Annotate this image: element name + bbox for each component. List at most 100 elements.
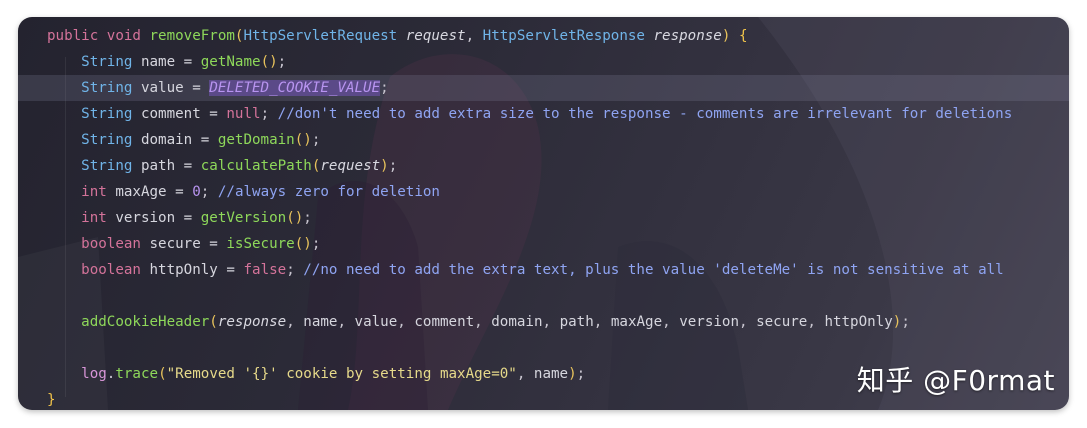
code-token: version	[679, 314, 739, 330]
code-line[interactable]: addCookieHeader(response, name, value, c…	[18, 309, 1069, 335]
code-token: ,	[516, 366, 534, 382]
code-token: {	[738, 28, 748, 44]
code-token: ()	[260, 54, 278, 70]
code-token: )	[380, 158, 389, 174]
code-line[interactable]: boolean secure = isSecure();	[18, 231, 1069, 257]
code-token: (	[158, 366, 167, 382]
code-token: name	[533, 366, 569, 382]
watermark: 知乎 @F0rmat	[856, 364, 1055, 397]
code-token: domain =	[140, 132, 218, 148]
code-line[interactable]	[18, 335, 1069, 361]
code-token: String	[81, 132, 141, 148]
code-line[interactable]: int version = getVersion();	[18, 205, 1069, 231]
code-token: ,	[807, 314, 825, 330]
code-token: ,	[397, 314, 415, 330]
code-token: HttpServletRequest	[243, 28, 406, 44]
code-token: ;	[576, 366, 586, 382]
code-token: path =	[140, 158, 201, 174]
code-token: ;	[901, 314, 910, 330]
code-token: value =	[140, 80, 210, 96]
code-token: int	[81, 184, 116, 200]
code-token: ()	[294, 132, 312, 148]
code-token: calculatePath	[200, 158, 312, 174]
code-token: getDomain	[217, 132, 295, 148]
code-token: response	[653, 28, 722, 44]
code-token: }	[47, 392, 56, 408]
code-token: log	[81, 366, 107, 382]
code-token: path	[559, 314, 594, 330]
code-token: comment	[414, 314, 475, 330]
code-line[interactable]	[18, 283, 1069, 309]
code-token: ,	[474, 314, 492, 330]
code-token: "Removed '{}' cookie by setting maxAge=0…	[166, 366, 517, 382]
code-token: //don't need to add extra size to the re…	[277, 106, 1013, 122]
code-token: getName	[200, 54, 261, 70]
code-token: null	[226, 106, 261, 122]
code-token: boolean	[81, 236, 150, 252]
code-token: DELETED_COOKIE_VALUE	[209, 80, 381, 96]
code-token: httpOnly	[824, 314, 893, 330]
code-line[interactable]: String comment = null; //don't need to a…	[18, 101, 1069, 127]
code-token: trace	[115, 366, 159, 382]
code-token: ;	[311, 132, 321, 148]
code-token: version =	[115, 210, 201, 226]
code-token: ;	[388, 158, 398, 174]
code-editor: public void removeFrom (HttpServletReques…	[18, 17, 1069, 410]
code-token: String	[81, 158, 141, 174]
code-line[interactable]: String name = getName();	[18, 49, 1069, 75]
code-token: ;	[277, 54, 287, 70]
code-token: removeFrom	[149, 28, 235, 44]
code-token: name =	[140, 54, 201, 70]
code-line[interactable]: String path = calculatePath(request);	[18, 153, 1069, 179]
code-token: String	[81, 106, 141, 122]
code-token: request	[405, 28, 466, 44]
code-token: false	[243, 262, 287, 278]
code-token: addCookieHeader	[81, 314, 210, 330]
code-token: ;	[380, 80, 389, 96]
code-token: ()	[286, 210, 304, 226]
code-token: 0	[192, 184, 201, 200]
code-token: ;	[303, 210, 312, 226]
code-token: value	[354, 314, 398, 330]
code-token: ,	[286, 314, 304, 330]
code-token: isSecure	[226, 236, 295, 252]
code-token: ;	[260, 106, 278, 122]
code-token: //no need to add the extra text, plus th…	[303, 262, 1004, 278]
code-token: ;	[200, 184, 218, 200]
code-line[interactable]: String value = DELETED_COOKIE_VALUE;	[18, 75, 1069, 101]
code-token: ,	[465, 28, 483, 44]
code-token: ;	[286, 262, 304, 278]
code-body[interactable]: public void removeFrom (HttpServletReques…	[18, 23, 1069, 410]
code-token: response	[217, 314, 287, 330]
code-token: HttpServletResponse	[482, 28, 654, 44]
code-line[interactable]: int maxAge = 0; //always zero for deleti…	[18, 179, 1069, 205]
code-token: ,	[593, 314, 611, 330]
code-token: maxAge =	[115, 184, 193, 200]
code-token: String	[81, 54, 141, 70]
code-token: ,	[739, 314, 757, 330]
code-token: //always zero for deletion	[217, 184, 440, 200]
code-line[interactable]: public void removeFrom(HttpServletReques…	[18, 23, 1069, 49]
code-line[interactable]: String domain = getDomain();	[18, 127, 1069, 153]
code-token: (	[209, 314, 218, 330]
code-token: boolean	[81, 262, 150, 278]
code-token: domain	[491, 314, 543, 330]
code-token: )	[568, 366, 577, 382]
code-token: ;	[311, 236, 321, 252]
code-token: request	[320, 158, 381, 174]
code-token: maxAge	[610, 314, 663, 330]
code-token: ()	[294, 236, 312, 252]
code-token: ,	[337, 314, 355, 330]
code-line[interactable]: boolean httpOnly = false; //no need to a…	[18, 257, 1069, 283]
code-token: comment =	[140, 106, 227, 122]
